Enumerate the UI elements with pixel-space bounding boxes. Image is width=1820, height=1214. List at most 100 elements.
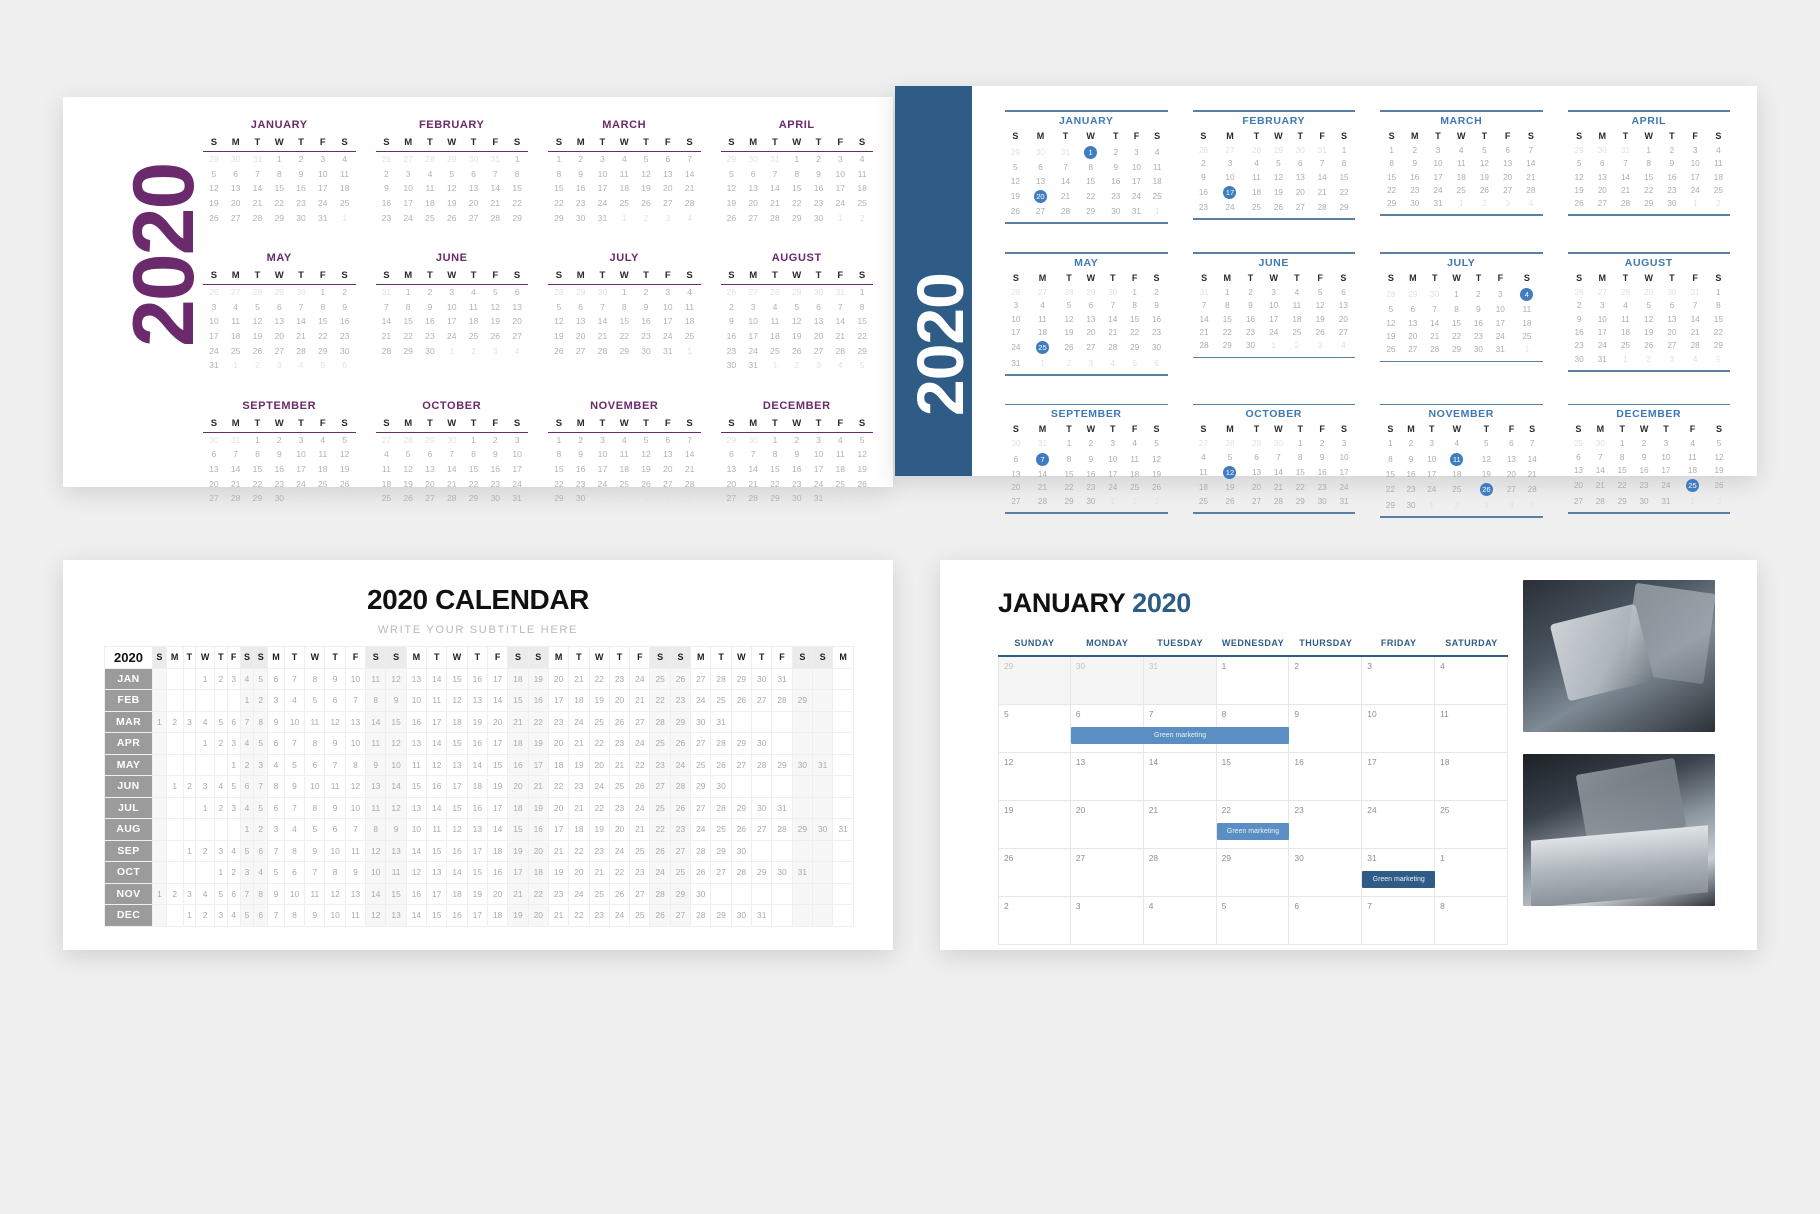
day-cell[interactable]: 30 — [808, 284, 830, 299]
day-cell[interactable]: 8 — [1611, 450, 1633, 463]
day-cell[interactable]: 26 — [635, 196, 657, 211]
day-cell[interactable]: 30 — [1239, 339, 1262, 352]
day-cell[interactable]: 18 — [829, 462, 851, 477]
day-cell[interactable]: 12 — [426, 753, 448, 776]
day-cell[interactable]: 8 — [283, 839, 306, 862]
day-cell[interactable]: 5 — [1124, 357, 1146, 370]
day-cell[interactable] — [791, 775, 813, 798]
day-cell[interactable]: 6 — [267, 667, 285, 690]
day-cell[interactable]: 22 — [588, 667, 610, 690]
day-cell[interactable]: 24 — [649, 861, 671, 884]
day-cell[interactable]: 14 — [1614, 170, 1637, 183]
day-cell[interactable]: 11 — [324, 775, 346, 798]
day-cell[interactable]: 30 — [1311, 495, 1333, 508]
day-cell[interactable]: 1 — [851, 284, 873, 299]
day-cell[interactable]: 21 — [764, 196, 786, 211]
day-cell[interactable]: 24 — [1591, 339, 1614, 352]
day-cell[interactable]: 7 — [283, 732, 306, 755]
day-cell[interactable]: 25 — [851, 196, 873, 211]
day-cell[interactable]: 4 — [226, 839, 241, 862]
day-cell[interactable]: 5 — [721, 167, 743, 182]
day-cell[interactable]: 7 — [1424, 303, 1446, 316]
day-cell[interactable]: 28 — [1055, 205, 1076, 218]
day-cell[interactable]: 10 — [592, 447, 614, 462]
month-day-cell[interactable]: 3 — [1362, 657, 1436, 705]
day-cell[interactable]: 26 — [1637, 339, 1660, 352]
day-cell[interactable]: 10 — [1655, 450, 1677, 463]
day-cell[interactable]: 29 — [669, 882, 692, 905]
day-cell[interactable]: 29 — [786, 284, 808, 299]
day-cell[interactable]: 20 — [1496, 170, 1519, 183]
day-cell[interactable]: 2 — [1193, 157, 1215, 170]
day-cell[interactable]: 18 — [613, 181, 635, 196]
day-cell[interactable]: 21 — [588, 861, 610, 884]
day-cell[interactable]: 29 — [548, 491, 570, 506]
day-cell[interactable]: 6 — [1332, 286, 1355, 299]
day-cell[interactable]: 16 — [808, 181, 830, 196]
day-cell[interactable]: 31 — [657, 343, 679, 358]
day-cell[interactable]: 30 — [1146, 339, 1168, 356]
day-cell[interactable]: 27 — [1660, 339, 1683, 352]
day-cell[interactable]: 12 — [385, 667, 407, 690]
day-cell[interactable]: 15 — [548, 181, 570, 196]
day-cell[interactable]: 27 — [506, 329, 528, 344]
day-cell[interactable]: 29 — [268, 210, 290, 225]
day-cell[interactable]: 2 — [226, 861, 241, 884]
day-cell[interactable]: 17 — [1591, 326, 1614, 339]
day-cell[interactable]: 11 — [679, 300, 701, 315]
day-cell[interactable]: 18 — [764, 329, 786, 344]
day-cell[interactable]: 29 — [721, 152, 743, 167]
day-cell[interactable]: 23 — [669, 818, 692, 841]
day-cell[interactable] — [832, 904, 854, 927]
day-cell[interactable]: 1 — [1058, 437, 1080, 450]
day-cell[interactable]: 9 — [304, 904, 326, 927]
day-cell[interactable]: 25 — [419, 210, 441, 225]
day-cell[interactable]: 29 — [1568, 144, 1591, 157]
day-cell[interactable]: 13 — [1005, 468, 1027, 481]
day-cell[interactable]: 16 — [1403, 170, 1426, 183]
month-day-cell[interactable]: 26 — [998, 849, 1071, 897]
day-cell[interactable]: 16 — [419, 314, 441, 329]
day-cell[interactable]: 30 — [1401, 499, 1422, 512]
day-cell[interactable]: 2 — [290, 152, 312, 167]
day-cell[interactable]: 6 — [334, 358, 356, 373]
day-cell[interactable]: 20 — [527, 839, 549, 862]
day-cell[interactable] — [832, 732, 854, 755]
day-cell[interactable]: 19 — [1637, 326, 1660, 339]
day-cell[interactable]: 26 — [786, 343, 808, 358]
day-cell[interactable]: 22 — [547, 775, 570, 798]
day-cell[interactable]: 16 — [405, 710, 428, 733]
day-cell[interactable] — [152, 732, 167, 755]
day-cell[interactable]: 24 — [829, 196, 851, 211]
day-cell[interactable]: 5 — [312, 358, 334, 373]
month-day-cell[interactable]: 23 — [1289, 801, 1363, 849]
day-cell[interactable]: 24 — [397, 210, 419, 225]
day-cell[interactable]: 15 — [1124, 312, 1146, 325]
day-cell[interactable]: 24 — [588, 775, 610, 798]
day-cell[interactable]: 21 — [592, 329, 614, 344]
day-cell[interactable] — [195, 689, 215, 712]
day-cell[interactable]: 27 — [1591, 197, 1614, 210]
day-cell[interactable]: 7 — [1684, 299, 1707, 312]
day-cell[interactable]: 15 — [506, 181, 528, 196]
day-cell[interactable]: 2 — [1473, 197, 1496, 210]
day-cell[interactable]: 13 — [426, 861, 448, 884]
day-cell[interactable]: 1 — [195, 732, 215, 755]
day-cell[interactable]: 11 — [851, 167, 873, 182]
day-cell[interactable]: 20 — [1080, 326, 1102, 339]
day-cell[interactable]: 28 — [1214, 437, 1245, 450]
day-cell[interactable] — [771, 710, 793, 733]
month-day-cell[interactable]: 25 — [1435, 801, 1508, 849]
day-cell[interactable]: 13 — [657, 447, 679, 462]
month-day-cell[interactable]: 1 — [1216, 657, 1290, 705]
day-cell[interactable]: 16 — [290, 181, 312, 196]
day-cell[interactable]: 10 — [283, 882, 306, 905]
day-cell[interactable]: 28 — [764, 284, 786, 299]
day-cell[interactable]: 30 — [771, 861, 793, 884]
day-cell[interactable]: 31 — [791, 861, 813, 884]
day-cell[interactable]: 13 — [385, 904, 407, 927]
day-cell[interactable]: 15 — [786, 181, 808, 196]
day-cell[interactable]: 19 — [527, 667, 549, 690]
day-cell[interactable]: 6 — [304, 753, 326, 776]
day-cell[interactable]: 7 — [1311, 157, 1333, 170]
